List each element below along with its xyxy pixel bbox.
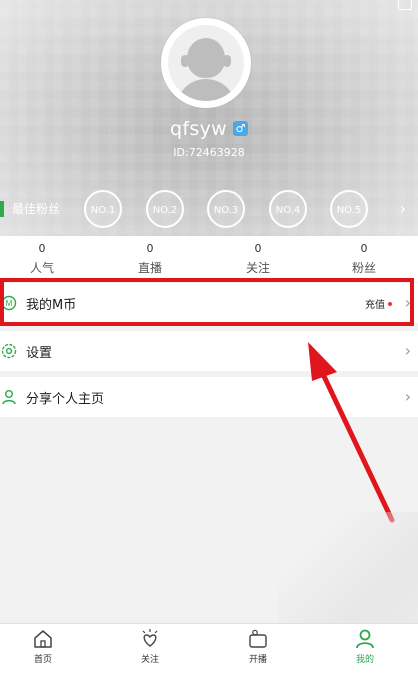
nav-follow[interactable]: 关注: [115, 628, 185, 665]
stat-popularity[interactable]: 0 人气: [2, 242, 82, 277]
highlight-box: [0, 278, 414, 326]
gear-icon: [1, 343, 17, 359]
stats-bar: 0 人气 0 直播 0 关注 0 粉丝: [0, 236, 418, 282]
bottom-nav: 首页 关注 开播 我的: [0, 623, 418, 673]
stat-live[interactable]: 0 直播: [110, 242, 190, 277]
stat-label: 粉丝: [351, 261, 376, 275]
profile-header: qfsyw ♂ ID:72463928 最佳粉丝 NO.1 NO.2 NO.3 N…: [0, 0, 418, 236]
settings-label: 设置: [26, 346, 53, 361]
home-icon: [34, 630, 52, 648]
nav-go-live[interactable]: 开播: [223, 628, 293, 665]
share-profile-row[interactable]: 分享个人主页 ›: [0, 377, 418, 417]
nav-label: 首页: [33, 655, 52, 665]
person-icon: [356, 629, 374, 649]
heart-icon: [142, 629, 158, 647]
chevron-right-icon: ›: [404, 341, 411, 360]
stat-value: 0: [254, 242, 262, 255]
fan-rank-1[interactable]: NO.1: [84, 190, 122, 228]
stat-following[interactable]: 0 关注: [218, 242, 298, 277]
stat-value: 0: [38, 242, 46, 255]
nav-label: 开播: [248, 655, 267, 665]
username: qfsyw: [170, 118, 227, 140]
nav-home[interactable]: 首页: [8, 628, 78, 665]
stat-label: 关注: [245, 261, 270, 275]
username-row: qfsyw ♂: [0, 118, 418, 140]
user-id: ID:72463928: [173, 146, 245, 159]
stat-label: 人气: [29, 261, 54, 275]
nav-label: 我的: [355, 655, 374, 665]
best-fans-label: 最佳粉丝: [0, 201, 60, 217]
camera-icon: [249, 629, 267, 648]
fan-rank-4[interactable]: NO.4: [269, 190, 307, 228]
share-profile-label: 分享个人主页: [26, 392, 105, 407]
nav-label: 关注: [140, 655, 159, 665]
nav-me[interactable]: 我的: [330, 628, 400, 665]
person-icon: [2, 390, 16, 405]
settings-row[interactable]: 设置 ›: [0, 331, 418, 371]
stat-value: 0: [360, 242, 368, 255]
stat-label: 直播: [137, 261, 162, 275]
fan-rank-2[interactable]: NO.2: [146, 190, 184, 228]
male-gender-icon: ♂: [232, 121, 248, 136]
stat-value: 0: [146, 242, 154, 255]
best-fans-row: 最佳粉丝 NO.1 NO.2 NO.3 NO.4 NO.5 ›: [0, 190, 418, 230]
stat-fans[interactable]: 0 粉丝: [324, 242, 404, 277]
fan-rank-3[interactable]: NO.3: [207, 190, 245, 228]
chevron-right-icon[interactable]: ›: [400, 199, 406, 218]
avatar[interactable]: [161, 18, 251, 108]
edit-icon[interactable]: [398, 0, 412, 10]
chevron-right-icon: ›: [404, 387, 411, 406]
fan-rank-5[interactable]: NO.5: [330, 190, 368, 228]
